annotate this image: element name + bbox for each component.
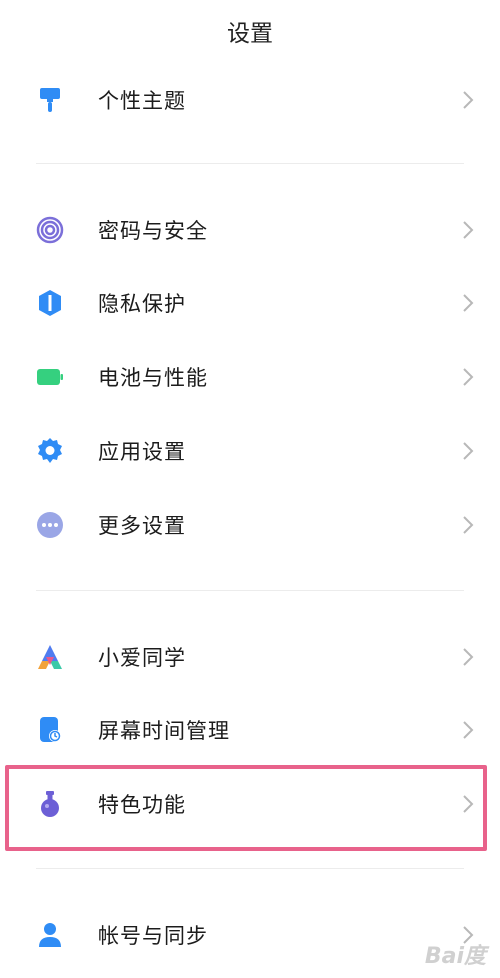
chevron-right-icon [462, 441, 474, 461]
settings-item-password-security[interactable]: 密码与安全 [0, 200, 500, 260]
page-title: 设置 [227, 21, 273, 47]
privacy-shield-icon [36, 289, 64, 317]
settings-item-label: 个性主题 [98, 89, 186, 113]
settings-item-privacy[interactable]: 隐私保护 [0, 273, 500, 333]
divider [36, 163, 464, 164]
settings-item-label: 帐号与同步 [98, 924, 208, 948]
battery-icon [36, 363, 64, 391]
settings-item-label: 屏幕时间管理 [98, 719, 230, 743]
xiaoai-assistant-icon [36, 643, 64, 671]
settings-item-app-settings[interactable]: 应用设置 [0, 421, 500, 481]
settings-item-battery[interactable]: 电池与性能 [0, 347, 500, 407]
chevron-right-icon [462, 515, 474, 535]
settings-item-screen-time[interactable]: 屏幕时间管理 [0, 700, 500, 760]
chevron-right-icon [462, 647, 474, 667]
settings-item-label: 密码与安全 [98, 219, 208, 243]
settings-item-theme[interactable]: 个性主题 [0, 70, 500, 130]
user-account-icon [36, 921, 64, 949]
settings-item-xiaoai[interactable]: 小爱同学 [0, 627, 500, 687]
settings-item-label: 隐私保护 [98, 292, 186, 316]
more-dots-icon [36, 511, 64, 539]
settings-item-more-settings[interactable]: 更多设置 [0, 495, 500, 555]
settings-item-label: 更多设置 [98, 514, 186, 538]
settings-item-label: 应用设置 [98, 440, 186, 464]
baidu-watermark: Bai度 [424, 944, 486, 969]
highlight-box [5, 765, 487, 851]
theme-brush-icon [36, 86, 64, 114]
divider [36, 590, 464, 591]
fingerprint-icon [36, 216, 64, 244]
chevron-right-icon [462, 367, 474, 387]
divider [36, 868, 464, 869]
gear-icon [36, 437, 64, 465]
chevron-right-icon [462, 220, 474, 240]
chevron-right-icon [462, 293, 474, 313]
settings-item-label: 电池与性能 [98, 366, 208, 390]
chevron-right-icon [462, 720, 474, 740]
settings-item-label: 小爱同学 [98, 646, 186, 670]
chevron-right-icon [462, 90, 474, 110]
screen-time-icon [36, 716, 64, 744]
